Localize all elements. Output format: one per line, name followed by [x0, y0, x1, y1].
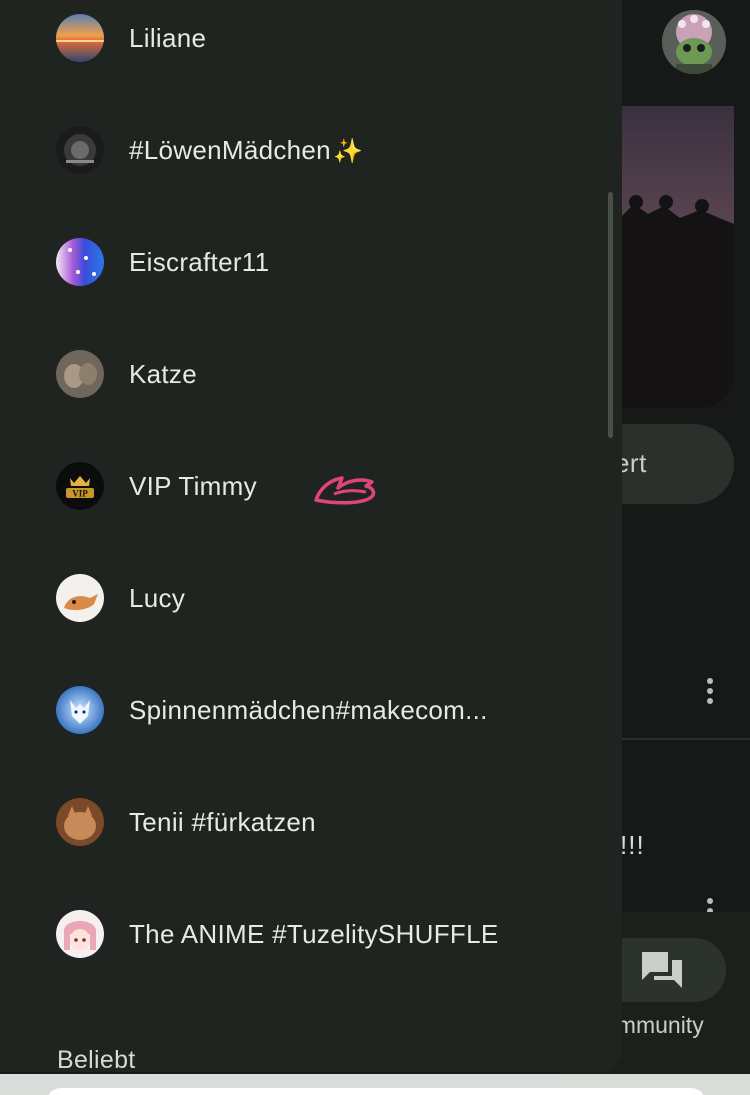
chat-bubbles-icon [642, 952, 682, 988]
community-name: VIP Timmy [129, 470, 257, 501]
post-text: !!! [620, 830, 645, 860]
community-item-the-anime[interactable]: The ANIME #TuzelitySHUFFLE [0, 878, 600, 990]
community-name: The ANIME #TuzelitySHUFFLE [129, 918, 499, 949]
pink-crown-badge-icon [314, 476, 376, 505]
community-item-katze[interactable]: Katze [0, 318, 600, 430]
lion-avatar-icon [56, 126, 104, 174]
community-name: Katze [129, 358, 197, 389]
community-name: Liliane [129, 22, 207, 53]
community-name: Spinnenmädchen#makecom... [129, 694, 488, 725]
more-options-icon[interactable] [707, 678, 713, 704]
community-item-loewenmaedchen[interactable]: #LöwenMädchen✨ [0, 94, 600, 206]
wolf-avatar-icon [56, 686, 104, 734]
sunset-avatar-icon [56, 14, 104, 62]
frog-avatar-icon [662, 10, 726, 74]
svg-text:VIP: VIP [72, 489, 88, 499]
community-item-spinnenmaedchen[interactable]: Spinnenmädchen#makecom... [0, 654, 600, 766]
section-heading-popular: Beliebt [57, 1046, 136, 1072]
vip-crown-avatar-icon: VIP [56, 462, 104, 510]
community-item-eiscrafter11[interactable]: Eiscrafter11 [0, 206, 600, 318]
community-item-tenii[interactable]: Tenii #fürkatzen [0, 766, 600, 878]
scrollbar[interactable] [608, 192, 613, 438]
community-item-liliane[interactable]: Liliane [0, 0, 600, 94]
community-item-lucy[interactable]: Lucy [0, 542, 600, 654]
community-name: #LöwenMädchen✨ [129, 134, 364, 165]
address-bar[interactable] [46, 1088, 706, 1095]
community-name: Tenii #fürkatzen [129, 806, 316, 837]
glitter-avatar-icon [56, 238, 104, 286]
fox-avatar-icon [56, 574, 104, 622]
community-name: Lucy [129, 582, 186, 613]
anime-avatar-icon [56, 910, 104, 958]
community-drawer: Liliane #LöwenMädchen✨ Eiscrafter11 Katz… [0, 0, 622, 1072]
sparkles-icon: ✨ [332, 137, 364, 165]
cat-avatar-icon [56, 350, 104, 398]
kitten-avatar-icon [56, 798, 104, 846]
community-name: Eiscrafter11 [129, 246, 270, 277]
browser-bottom-bar [0, 1074, 750, 1095]
profile-avatar[interactable] [662, 10, 726, 74]
community-item-vip-timmy[interactable]: VIP VIP Timmy [0, 430, 600, 542]
